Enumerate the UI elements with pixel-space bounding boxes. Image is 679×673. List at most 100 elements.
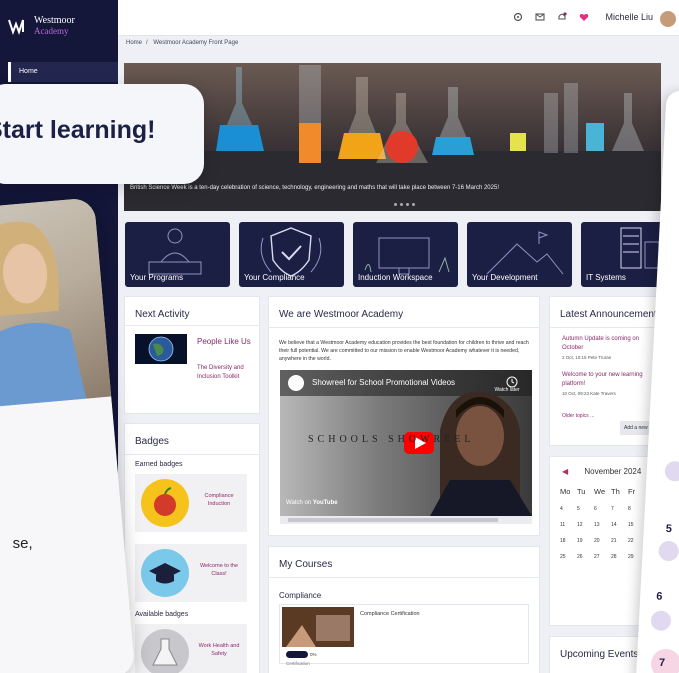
step-circle: 7 [651, 649, 679, 673]
day-header: Mo [560, 487, 571, 496]
calendar-day[interactable]: 4 [560, 506, 577, 512]
top-bar: Michelle Liu [118, 0, 679, 36]
calendar-day[interactable]: 5 [577, 506, 594, 512]
breadcrumb: Home / Westmoor Academy Front Page [126, 40, 239, 46]
calendar-day[interactable]: 14 [611, 522, 628, 528]
badges-card: Badges Earned badges Compliance Inductio… [124, 423, 260, 673]
brand-name: Westmoor [34, 15, 75, 26]
quick-links: Your Programs Your Compliance Induction … [125, 222, 679, 287]
watch-later-label[interactable]: Watch later [492, 387, 522, 393]
westmoor-logo-icon [8, 19, 24, 35]
gear-icon[interactable] [513, 12, 523, 22]
announcement-title[interactable]: Autumn Update is coming on October [562, 335, 662, 353]
calendar-day[interactable]: 8 [628, 506, 645, 512]
day-header: We [594, 487, 606, 496]
calendar-day[interactable]: 15 [628, 522, 645, 528]
student-photo [0, 197, 112, 412]
graduation-cap-badge-icon [141, 549, 189, 597]
brand-sub: Academy [34, 26, 69, 36]
watch-on-label: Watch on [286, 500, 312, 506]
calendar-day[interactable]: 6 [594, 506, 611, 512]
card-title: Upcoming Events [560, 649, 639, 660]
card-title: Next Activity [135, 309, 190, 320]
tile-induction-workspace[interactable]: Induction Workspace [353, 222, 458, 287]
course-thumbnail [282, 607, 354, 647]
badge-label: Work Health and Safety [198, 643, 240, 657]
my-courses-card: My Courses Compliance Compliance Certifi… [268, 546, 540, 673]
calendar-day[interactable]: 20 [594, 538, 611, 544]
announcement-item[interactable]: Autumn Update is coming on October 2 Oct… [562, 335, 662, 362]
video-overlay-text: SCHOOLS SHOWREEL [308, 434, 475, 445]
day-header: Fr [628, 487, 636, 496]
announcement-meta: 10 Oct, 09:23 Kate Travers [562, 391, 616, 396]
apple-badge-icon [141, 479, 189, 527]
course-name: Compliance Certification [360, 611, 420, 617]
add-topic-button[interactable]: Add a new topic [620, 421, 650, 435]
carousel-dots[interactable] [394, 203, 415, 206]
video-title[interactable]: Showreel for School Promotional Videos [312, 378, 455, 387]
course-progress-label: 0% [310, 652, 317, 657]
announcement-meta: 2 Oct, 10:15 Pete Truran [562, 355, 612, 360]
badge-label: Welcome to the Class! [199, 563, 239, 577]
calendar-day[interactable]: 11 [560, 522, 577, 528]
watch-on-youtube[interactable]: Watch on YouTube [286, 500, 338, 506]
message-icon[interactable] [535, 12, 545, 22]
user-name[interactable]: Michelle Liu [605, 12, 653, 22]
card-title: Latest Announcements [560, 309, 662, 320]
breadcrumb-home[interactable]: Home [126, 40, 142, 46]
notification-bell-icon[interactable] [557, 12, 567, 22]
card-title: We are Westmoor Academy [279, 309, 404, 320]
cta-text: Start learning! [0, 116, 156, 144]
calendar-day[interactable]: 25 [560, 554, 577, 560]
card-title: Badges [135, 436, 169, 447]
available-badges-label: Available badges [135, 611, 189, 618]
course-category: Compliance [279, 591, 322, 600]
prev-month-icon[interactable]: ◀ [562, 467, 568, 476]
calendar-day[interactable]: 18 [560, 538, 577, 544]
avatar[interactable] [659, 10, 677, 28]
tile-your-programs[interactable]: Your Programs [125, 222, 230, 287]
calendar-day[interactable]: 12 [577, 522, 594, 528]
day-header: Th [611, 487, 620, 496]
next-activity-subtitle[interactable]: The Diversity and Inclusion Toolkit [197, 364, 257, 382]
heart-icon[interactable] [579, 12, 589, 22]
course-item[interactable]: Compliance Certification 0% Certificatio… [279, 604, 529, 666]
brand-logo[interactable]: Westmoor Academy [8, 6, 118, 46]
earth-thumbnail[interactable] [135, 334, 187, 364]
calendar-day[interactable]: 27 [594, 554, 611, 560]
about-text: We believe that a Westmoor Academy educa… [279, 340, 529, 362]
tile-label: IT Systems [586, 273, 626, 282]
tile-your-compliance[interactable]: Your Compliance [239, 222, 344, 287]
tile-label: Your Programs [130, 273, 184, 282]
next-activity-card: Next Activity People Like Us The Diversi… [124, 296, 260, 414]
step-number: 7 [659, 657, 666, 669]
calendar-month: November 2024 [584, 467, 642, 476]
calendar-day[interactable]: 21 [611, 538, 628, 544]
next-activity-title[interactable]: People Like Us [197, 336, 253, 348]
badge-item[interactable]: Welcome to the Class! [135, 544, 247, 602]
course-progress [286, 651, 308, 658]
cta-bubble: Start learning! [0, 84, 204, 184]
badge-item[interactable]: Work Health and Safety [135, 624, 247, 673]
course-cert: Certification [286, 661, 310, 666]
card-title: My Courses [279, 559, 333, 570]
announcement-title[interactable]: Welcome to your new learning platform! [562, 371, 662, 389]
tile-your-development[interactable]: Your Development [467, 222, 572, 287]
sidebar-item-home[interactable]: Home [8, 62, 118, 82]
calendar-day[interactable]: 7 [611, 506, 628, 512]
hero-banner[interactable]: British Science Week is a ten-day celebr… [124, 63, 661, 211]
horizontal-scrollbar[interactable] [280, 516, 532, 524]
tile-label: Induction Workspace [358, 273, 433, 282]
announcement-item[interactable]: Welcome to your new learning platform! 1… [562, 371, 662, 398]
hero-caption: British Science Week is a ten-day celebr… [130, 185, 499, 191]
video-player[interactable]: Showreel for School Promotional Videos W… [280, 370, 532, 516]
calendar-day[interactable]: 13 [594, 522, 611, 528]
calendar-day[interactable]: 19 [577, 538, 594, 544]
day-header: Tu [577, 487, 586, 496]
older-topics-link[interactable]: Older topics ... [562, 413, 594, 419]
badge-item[interactable]: Compliance Induction [135, 474, 247, 532]
earned-badges-label: Earned badges [135, 461, 183, 468]
breadcrumb-current: Westmoor Academy Front Page [153, 40, 239, 46]
calendar-day[interactable]: 28 [611, 554, 628, 560]
calendar-day[interactable]: 26 [577, 554, 594, 560]
